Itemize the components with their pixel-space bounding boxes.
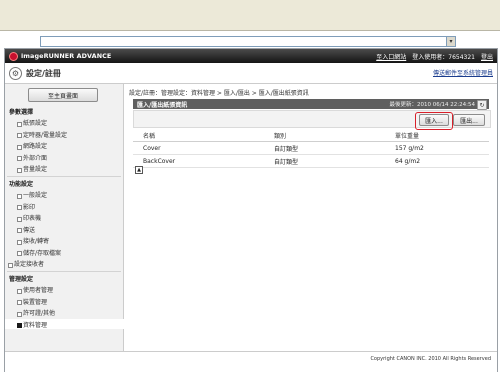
sidebar-item[interactable]: 定時器/電量設定 <box>5 129 141 139</box>
import-button[interactable]: 匯入... <box>419 114 449 126</box>
sidebar-item[interactable]: 使用者管理 <box>5 285 141 295</box>
col-type-header: 類別 <box>264 129 385 142</box>
page-titlebar: ⚙ 設定/註冊 傳送郵件至系統管理員 <box>5 63 497 84</box>
footer: Copyright CANON INC. 2010 All Rights Res… <box>5 351 497 372</box>
sidebar-item[interactable]: 許可證/其他 <box>5 308 141 318</box>
browser-window: ▾ imageRUNNER ADVANCE 至入口網站 登入使用者：765432… <box>0 0 500 376</box>
app-header: imageRUNNER ADVANCE 至入口網站 登入使用者：7654321 … <box>5 49 497 63</box>
cell-weight: 64 g/m2 <box>385 154 489 168</box>
cell-weight: 157 g/m2 <box>385 141 489 155</box>
sidebar-section: 管理設定 <box>9 275 34 283</box>
copyright: Copyright CANON INC. 2010 All Rights Res… <box>370 356 491 362</box>
sidebar-item[interactable]: 紙張設定 <box>5 118 141 128</box>
breadcrumb: 設定/註冊：管理設定：資料管理 > 匯入/匯出 > 匯入/匯出紙張資訊 <box>129 90 309 97</box>
cell-name: BackCover <box>133 154 264 168</box>
sidebar-section: 參數選擇 <box>9 108 34 116</box>
sidebar-item[interactable]: 影印 <box>5 201 141 211</box>
sidebar-item[interactable]: 網路設定 <box>5 141 141 151</box>
export-button[interactable]: 匯出... <box>453 114 485 126</box>
remote-ui-frame: imageRUNNER ADVANCE 至入口網站 登入使用者：7654321 … <box>4 48 498 372</box>
login-user: 登入使用者：7654321 <box>412 53 475 61</box>
gear-icon: ⚙ <box>9 66 22 80</box>
table-header-row: 名稱 類別 單位重量 <box>133 129 489 142</box>
arrow-up-icon[interactable]: ▲ <box>135 166 143 174</box>
portal-link[interactable]: 至入口網站 <box>376 52 406 61</box>
address-bar[interactable]: ▾ <box>40 36 456 47</box>
sidebar-divider <box>7 271 121 272</box>
sidebar-item[interactable]: 儲存/存取檔案 <box>5 247 141 257</box>
header-links: 至入口網站 登入使用者：7654321 登出 <box>376 49 493 63</box>
sidebar-item[interactable]: 外部介面 <box>5 152 141 162</box>
logout-link[interactable]: 登出 <box>481 52 493 61</box>
sidebar-item[interactable]: 設定接收者 <box>5 259 132 269</box>
sidebar: 至主頁畫面 參數選擇紙張設定 定時器/電量設定 網路設定 外部介面音量設定功能設定一般… <box>5 84 141 371</box>
table-row[interactable]: BackCover 自訂類型 64 g/m2 <box>133 154 489 168</box>
home-button[interactable]: 至主頁畫面 <box>28 88 98 102</box>
sidebar-item[interactable]: 一般設定 <box>5 190 141 200</box>
button-bar: 匯入... 匯出... <box>133 110 491 130</box>
mail-admin-link[interactable]: 傳送郵件至系統管理員 <box>433 68 493 77</box>
page-title: 設定/註冊 <box>26 68 61 78</box>
chevron-down-icon[interactable]: ▾ <box>446 37 455 46</box>
cell-name: Cover <box>133 141 264 155</box>
app-name: imageRUNNER ADVANCE <box>21 52 112 60</box>
table-row[interactable]: Cover 自訂類型 157 g/m2 <box>133 141 489 155</box>
paper-table: 名稱 類別 單位重量 Cover 自訂類型 157 g/m2 BackCover… <box>133 129 489 168</box>
sidebar-item[interactable]: 音量設定 <box>5 164 141 174</box>
refresh-icon[interactable]: ↻ <box>477 100 487 110</box>
last-updated: 最後更新：2010 06/14 22:24:54 <box>389 102 475 108</box>
sidebar-item[interactable]: 傳送 <box>5 224 141 234</box>
panel-header: 匯入/匯出紙張資訊 最後更新：2010 06/14 22:24:54 ↻ <box>133 99 489 110</box>
cell-type: 自訂類型 <box>264 154 385 168</box>
sidebar-item[interactable]: 資料管理 <box>5 319 141 329</box>
canon-logo-icon <box>9 51 18 61</box>
sidebar-section: 功能設定 <box>9 180 34 188</box>
sidebar-item[interactable]: 接收/轉寄 <box>5 236 141 246</box>
panel-title: 匯入/匯出紙張資訊 <box>137 101 188 109</box>
sidebar-item[interactable]: 裝置管理 <box>5 296 141 306</box>
browser-toolbar <box>0 0 500 31</box>
main-content: 設定/註冊：管理設定：資料管理 > 匯入/匯出 > 匯入/匯出紙張資訊 匯入/匯… <box>129 84 493 371</box>
cell-type: 自訂類型 <box>264 141 385 155</box>
col-name-header: 名稱 <box>133 129 264 142</box>
sidebar-item[interactable]: 印表機 <box>5 213 141 223</box>
col-weight-header: 單位重量 <box>385 129 489 142</box>
sidebar-divider <box>7 176 121 177</box>
